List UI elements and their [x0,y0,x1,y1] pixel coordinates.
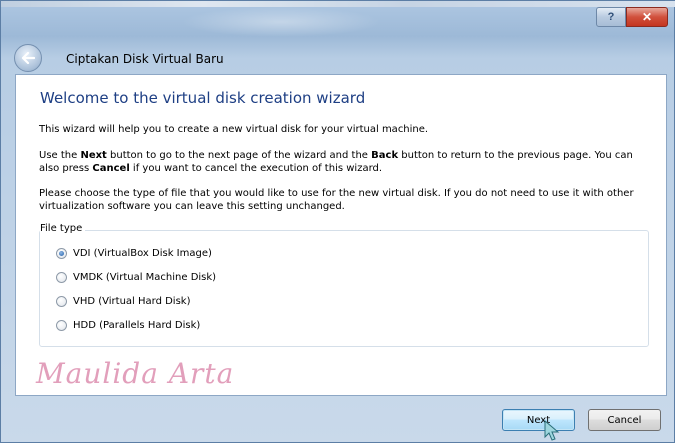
radio-label: HDD (Parallels Hard Disk) [73,320,201,331]
navigation-help-text: Use the Next button to go to the next pa… [39,150,633,174]
window-controls: ? ✕ [596,7,668,27]
radio-label: VHD (Virtual Hard Disk) [73,296,191,307]
title-bar: Ciptakan Disk Virtual Baru [1,7,674,72]
radio-button-icon[interactable] [56,320,67,331]
radio-vmdk[interactable]: VMDK (Virtual Machine Disk) [56,272,216,283]
window-title: Ciptakan Disk Virtual Baru [66,52,224,66]
page-title: Welcome to the virtual disk creation wiz… [40,89,366,107]
help-button[interactable]: ? [596,7,626,27]
back-arrow-button[interactable] [14,44,42,72]
radio-button-icon[interactable] [56,248,67,259]
cancel-button[interactable]: Cancel [588,409,661,431]
watermark-text: Maulida Arta [36,357,235,390]
close-button[interactable]: ✕ [626,7,668,27]
radio-button-icon[interactable] [56,272,67,283]
radio-vdi[interactable]: VDI (VirtualBox Disk Image) [56,248,212,259]
wizard-page: Welcome to the virtual disk creation wiz… [15,74,667,396]
wizard-window: Ciptakan Disk Virtual Baru ? ✕ Welcome t… [0,0,675,443]
radio-label: VMDK (Virtual Machine Disk) [73,272,217,283]
close-icon: ✕ [641,10,653,24]
file-type-label: File type [40,223,86,234]
mouse-cursor-icon [544,419,560,441]
back-arrow-icon [21,52,35,64]
radio-hdd[interactable]: HDD (Parallels Hard Disk) [56,320,200,331]
help-icon: ? [607,11,615,23]
radio-label: VDI (VirtualBox Disk Image) [73,248,212,259]
radio-button-icon[interactable] [56,296,67,307]
intro-text: This wizard will help you to create a ne… [39,124,429,135]
file-type-instruction: Please choose the type of file that you … [39,188,634,212]
radio-vhd[interactable]: VHD (Virtual Hard Disk) [56,296,191,307]
